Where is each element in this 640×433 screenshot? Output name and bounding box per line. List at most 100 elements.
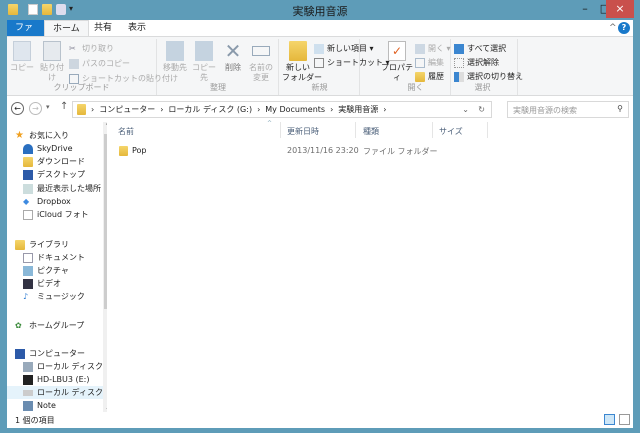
- invert-selection-button[interactable]: 選択の切り替え: [454, 71, 523, 82]
- chevron-icon: ›: [330, 105, 334, 114]
- nav-computer[interactable]: コンピューター: [15, 347, 103, 360]
- scissors-icon: ✂: [69, 43, 76, 53]
- edit-icon: [415, 57, 425, 68]
- file-icon: [23, 209, 33, 220]
- music-icon: ♪: [23, 291, 29, 301]
- homegroup-icon: ✿: [15, 320, 22, 330]
- nav-libraries[interactable]: ライブラリ: [15, 238, 103, 251]
- refresh-icon[interactable]: ↻: [478, 105, 485, 114]
- breadcrumb-computer[interactable]: コンピューター: [99, 104, 155, 115]
- nav-recent-places[interactable]: 最近表示した場所: [23, 182, 111, 195]
- tab-home[interactable]: ホーム: [44, 20, 89, 36]
- recent-locations-icon[interactable]: ▾: [46, 103, 50, 111]
- column-divider[interactable]: [432, 122, 433, 138]
- table-row[interactable]: Pop 2013/11/16 23:20 ファイル フォルダー: [107, 144, 507, 158]
- column-divider[interactable]: [487, 122, 488, 138]
- rename-icon: [252, 46, 270, 56]
- minimize-button[interactable]: –: [575, 0, 595, 18]
- new-group-label: 新規: [311, 83, 328, 92]
- drive-icon: [23, 361, 33, 372]
- move-to-icon: [166, 41, 184, 61]
- nav-videos[interactable]: ビデオ: [23, 277, 111, 290]
- pictures-icon: [23, 265, 33, 276]
- forward-button[interactable]: →: [29, 102, 42, 115]
- libraries-icon: [15, 239, 25, 250]
- search-input[interactable]: 実験用音源の検索 ⚲: [507, 101, 629, 118]
- copy-button[interactable]: コピー: [9, 41, 35, 73]
- tab-share[interactable]: 共有: [86, 20, 120, 36]
- tab-view[interactable]: 表示: [120, 20, 154, 36]
- help-icon[interactable]: ?: [618, 22, 630, 34]
- organize-group: 移動先 コピー先 ✕ 削除 名前の 変更 整理: [158, 39, 279, 95]
- nav-favorites[interactable]: ★ お気に入り: [15, 129, 103, 142]
- rename-button[interactable]: 名前の 変更: [246, 41, 276, 83]
- copy-to-button[interactable]: コピー先: [190, 41, 218, 83]
- chevron-icon: ›: [160, 105, 164, 114]
- cut-button[interactable]: ✂ 切り取り: [69, 43, 114, 54]
- select-group: すべて選択 選択解除 選択の切り替え 選択: [448, 39, 523, 95]
- clipboard-group-label: クリップボード: [53, 83, 110, 92]
- sort-indicator-icon: ^: [267, 120, 273, 127]
- nav-music[interactable]: ♪ ミュージック: [23, 290, 111, 303]
- close-button[interactable]: ×: [606, 0, 634, 18]
- column-name[interactable]: 名前: [118, 126, 134, 137]
- column-divider[interactable]: [280, 122, 281, 138]
- select-none-button[interactable]: 選択解除: [454, 57, 499, 68]
- copy-path-button[interactable]: パスのコピー: [69, 58, 130, 69]
- nav-pictures[interactable]: ピクチャ: [23, 264, 111, 277]
- window-title: 実験用音源: [292, 5, 348, 18]
- nav-skydrive[interactable]: SkyDrive: [23, 142, 111, 155]
- column-type[interactable]: 種類: [363, 126, 379, 137]
- nav-documents[interactable]: ドキュメント: [23, 251, 111, 264]
- properties-button[interactable]: ✓ プロパティ: [381, 41, 413, 83]
- open-button[interactable]: 開く ▾: [415, 43, 451, 54]
- large-icons-view-icon[interactable]: [619, 414, 630, 425]
- shortcut-button[interactable]: ショートカット ▾: [314, 57, 390, 68]
- breadcrumb-current[interactable]: 実験用音源: [338, 104, 378, 115]
- folder-icon: [119, 146, 128, 156]
- open-group: ✓ プロパティ 開く ▾ 編集 履歴 開く: [381, 39, 451, 95]
- details-view-icon[interactable]: [604, 414, 615, 425]
- nav-downloads[interactable]: ダウンロード: [23, 155, 111, 168]
- nav-desktop[interactable]: デスクトップ: [23, 168, 111, 181]
- ribbon-tabs: ファイル ホーム 共有 表示 ^ ?: [7, 20, 633, 49]
- column-divider[interactable]: [355, 122, 356, 138]
- delete-button[interactable]: ✕ 削除: [222, 41, 244, 73]
- address-dropdown-icon[interactable]: ⌄: [462, 105, 469, 114]
- file-modified: 2013/11/16 23:20: [287, 146, 359, 155]
- select-all-button[interactable]: すべて選択: [454, 43, 506, 54]
- tab-file[interactable]: ファイル: [7, 20, 44, 49]
- edit-button[interactable]: 編集: [415, 57, 444, 68]
- dropbox-icon: ◆: [23, 196, 30, 206]
- nav-hd-lbu3[interactable]: HD-LBU3 (E:): [23, 373, 111, 386]
- breadcrumb-local-disk[interactable]: ローカル ディスク (G:): [168, 104, 252, 115]
- nav-note[interactable]: Note: [23, 399, 111, 412]
- nav-icloud-photos[interactable]: iCloud フォト: [23, 208, 111, 221]
- chevron-icon: ›: [91, 105, 95, 114]
- properties-icon: ✓: [388, 41, 406, 61]
- downloads-icon: [23, 156, 33, 167]
- history-button[interactable]: 履歴: [415, 71, 444, 82]
- new-item-icon: [314, 43, 324, 54]
- column-size[interactable]: サイズ: [439, 126, 463, 137]
- back-button[interactable]: ←: [11, 102, 24, 115]
- new-item-button[interactable]: 新しい項目 ▾: [314, 43, 374, 54]
- move-to-button[interactable]: 移動先: [162, 41, 188, 73]
- organize-group-label: 整理: [210, 83, 226, 92]
- breadcrumb-my-documents[interactable]: My Documents: [265, 105, 325, 114]
- drive-icon: [23, 389, 33, 396]
- skydrive-icon: [23, 143, 33, 154]
- up-button[interactable]: ↑: [60, 101, 68, 112]
- new-folder-button[interactable]: 新しい フォルダー: [282, 41, 322, 83]
- address-bar[interactable]: › コンピューター › ローカル ディスク (G:) › My Documents ›…: [72, 101, 492, 118]
- column-modified[interactable]: 更新日時: [287, 126, 319, 137]
- nav-homegroup[interactable]: ✿ ホームグループ: [15, 319, 103, 332]
- chevron-icon: ›: [383, 105, 387, 114]
- nav-local-disk-g[interactable]: ローカル ディスク (G:): [7, 386, 103, 399]
- paste-button[interactable]: 貼り付け: [37, 41, 67, 83]
- open-icon: [415, 43, 425, 54]
- search-placeholder: 実験用音源の検索: [513, 106, 577, 115]
- nav-local-disk-c[interactable]: ローカル ディスク (C:): [23, 360, 111, 373]
- nav-dropbox[interactable]: ◆ Dropbox: [23, 195, 111, 208]
- file-type: ファイル フォルダー: [363, 147, 438, 156]
